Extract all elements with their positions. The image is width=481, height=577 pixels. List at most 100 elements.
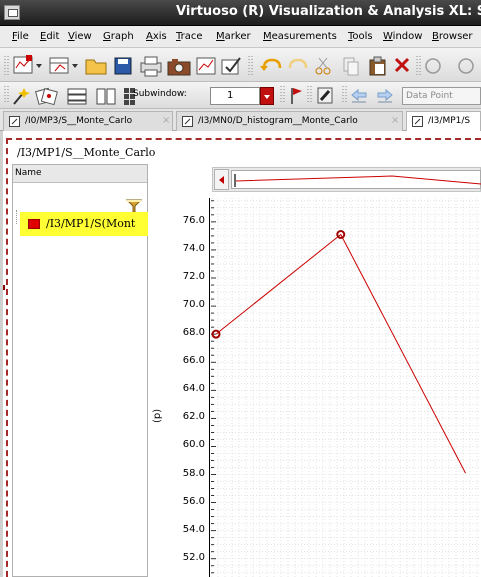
menu-mnemonic: M: [216, 31, 225, 42]
edit-check-icon: [221, 57, 241, 75]
window-left-edge: [0, 131, 3, 577]
graph-title: /I3/MP1/S__Monte_Carlo: [17, 146, 156, 159]
menu-axis[interactable]: Axis: [146, 31, 167, 42]
menu-label-rest: dit: [46, 31, 60, 42]
arrow-right-icon: [377, 88, 393, 103]
menu-file[interactable]: File: [12, 31, 29, 42]
data-point-field[interactable]: Data Point: [402, 87, 481, 105]
splitter-handle[interactable]: [3, 285, 5, 290]
copy-icon: [343, 57, 359, 76]
app-icon[interactable]: [4, 5, 20, 20]
title-bar: Virtuoso (R) Visualization & Analysis XL…: [0, 0, 481, 26]
subwindow-dropdown-button[interactable]: [260, 87, 274, 105]
tab-label: /I3/MP1/S: [428, 116, 471, 126]
separator-grip-5: [342, 86, 347, 104]
trace-color-swatch[interactable]: [28, 219, 40, 229]
y-tick-label: 62.0: [182, 411, 205, 423]
flag-icon: [291, 88, 302, 104]
y-tick-label: 76.0: [182, 214, 205, 226]
y-tick-label: 72.0: [182, 271, 205, 282]
tab-i0-mp3-s-monte-carlo[interactable]: /I0/MP3/S__Monte_Carlo ×: [3, 111, 173, 131]
separator-grip-4: [307, 86, 312, 104]
print-icon: [140, 56, 162, 77]
subwindow-label: Subwindow:: [133, 89, 187, 99]
overview-trace: [234, 174, 481, 187]
y-tick-label: 68.0: [182, 327, 205, 339]
save-icon: [114, 57, 132, 75]
tab-label: /I3/MN0/D_histogram__Monte_Carlo: [198, 116, 358, 126]
y-axis-label: (p): [152, 408, 163, 423]
separator-grip-3: [280, 86, 285, 104]
x-overview-scrollbar[interactable]: [212, 167, 481, 192]
legend-entry-label: /I3/MP1/S(Mont: [46, 217, 136, 230]
delete-icon: [394, 57, 410, 73]
menu-graph[interactable]: Graph: [103, 31, 134, 42]
checkbox-icon: [9, 116, 20, 127]
main-toolbar: [0, 48, 481, 82]
new-graph-icon: [49, 57, 69, 74]
menu-tools[interactable]: Tools: [348, 31, 373, 42]
menu-label-rest: ools: [352, 31, 373, 42]
menu-edit[interactable]: Edit: [40, 31, 59, 42]
menu-bar: File Edit View Graph Axis Trace Marker Measurem…: [0, 26, 481, 48]
grip-icon-2: [4, 86, 9, 104]
zoom-icon: [458, 58, 474, 74]
menu-mnemonic: G: [103, 31, 111, 42]
y-tick-label: 58.0: [182, 467, 205, 479]
separator-grip-2: [416, 56, 421, 76]
toolbar-icons: [4, 55, 474, 77]
menu-mnemonic: V: [68, 31, 75, 42]
dropdown-arrow-icon-2: [72, 64, 78, 68]
scroll-left-arrow-icon[interactable]: [214, 169, 229, 190]
new-window-icon: [13, 55, 33, 74]
menu-label-rest: xis: [152, 31, 167, 42]
tab-bar: /I0/MP3/S__Monte_Carlo × /I3/MN0/D_histo…: [0, 109, 481, 131]
y-tick-label: 66.0: [182, 355, 205, 367]
plot-area[interactable]: [211, 198, 481, 577]
legend-entry[interactable]: /I3/MP1/S(Mont: [20, 212, 148, 236]
menu-marker[interactable]: Marker: [216, 31, 251, 42]
tab-i3-mp1-s[interactable]: /I3/MP1/S: [406, 111, 481, 131]
grid-lines: [211, 198, 481, 577]
y-tick-label: 54.0: [182, 523, 205, 535]
marker-tool-icon: [317, 87, 333, 104]
menu-label-rest: indow: [392, 31, 423, 42]
tab-close-icon[interactable]: ×: [391, 115, 399, 126]
menu-label-rest: race: [180, 31, 203, 42]
y-tick-label: 60.0: [182, 439, 205, 451]
cut-icon: [315, 57, 331, 75]
menu-trace[interactable]: Trace: [176, 31, 203, 42]
checkbox-icon: [182, 116, 193, 127]
menu-window[interactable]: Window: [383, 31, 422, 42]
paste-icon: [369, 56, 386, 76]
redo-icon: [288, 58, 308, 69]
menu-label-rest: arker: [224, 31, 251, 42]
menu-mnemonic: A: [146, 31, 153, 42]
y-axis-ticks: [211, 200, 216, 574]
y-tick-label: 56.0: [182, 495, 205, 507]
circle-tool-icon: [425, 58, 441, 74]
window-title: Virtuoso (R) Visualization & Analysis XL…: [176, 4, 481, 19]
tab-i3-mn0-d-histogram-monte-carlo[interactable]: /I3/MN0/D_histogram__Monte_Carlo ×: [176, 111, 403, 131]
menu-browser[interactable]: Browser: [432, 31, 473, 42]
stacked-layout-icon: [67, 88, 87, 105]
magic-wand-icon: [13, 88, 30, 105]
menu-mnemonic: M: [263, 31, 272, 42]
menu-label-rest: iew: [74, 31, 92, 42]
undo-icon: [260, 58, 282, 71]
subwindow-field[interactable]: 1: [210, 87, 260, 105]
legend-header-name[interactable]: Name: [13, 165, 147, 183]
menu-measurements[interactable]: Measurements: [263, 31, 337, 42]
checkbox-icon: [412, 116, 423, 127]
open-folder-icon: [85, 59, 107, 75]
y-tick-label: 74.0: [182, 242, 205, 254]
tab-close-icon[interactable]: ×: [162, 115, 170, 126]
side-by-side-layout-icon: [96, 88, 116, 105]
filter-icon[interactable]: [126, 199, 142, 213]
cards-icon: [35, 87, 58, 106]
y-tick-label: 70.0: [182, 299, 205, 311]
scroll-thumb[interactable]: [231, 170, 481, 189]
menu-view[interactable]: View: [68, 31, 92, 42]
dropdown-arrow-icon: [36, 64, 42, 68]
chart-annotate-icon: [196, 57, 216, 75]
